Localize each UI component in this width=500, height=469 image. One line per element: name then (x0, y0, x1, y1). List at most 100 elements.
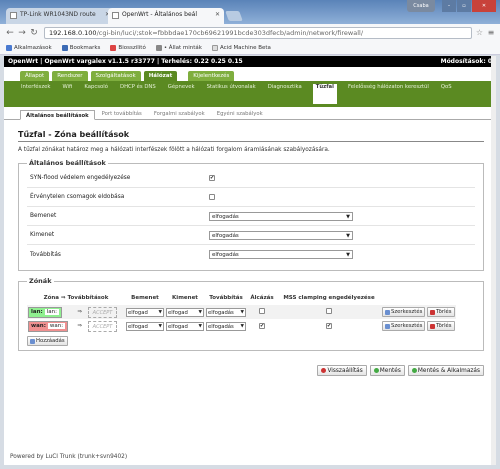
submenu-diagnostics[interactable]: Diagnosztika (267, 84, 303, 104)
tab-general[interactable]: Általános beállítások (20, 110, 95, 120)
zone-input-select[interactable]: elfogad (126, 321, 164, 331)
bookmark-star-icon[interactable]: ☆ (476, 28, 483, 37)
bookmark-apps[interactable]: Alkalmazások (6, 44, 52, 51)
add-zone-button[interactable]: Hozzáadás (27, 336, 68, 346)
menu-services[interactable]: Szolgáltatások (90, 71, 141, 81)
close-tab-icon[interactable]: ✕ (215, 11, 220, 18)
zones-header-row: Zóna ⇒ Továbbítások Bemenet Kimenet Tová… (27, 291, 456, 305)
delete-button[interactable]: Törlés (427, 307, 455, 317)
setting-label: Érvénytelen csomagok eldobása (30, 194, 125, 200)
zone-lan-label[interactable]: lan: lan: (28, 306, 62, 318)
network-submenu: Interfészek Wifi Kapcsoló DHCP és DNS Gé… (4, 81, 496, 107)
zones-section: Zónák Zóna ⇒ Továbbítások Bemenet Kimene… (18, 277, 484, 351)
apply-icon (411, 368, 417, 373)
new-tab-button[interactable] (225, 11, 243, 21)
browser-tab-2[interactable]: OpenWrt - Általános beál ✕ (108, 8, 224, 24)
scrollbar[interactable] (491, 56, 496, 465)
zone-name: lan: (31, 309, 43, 315)
save-icon (373, 368, 379, 373)
page-description: A tűzfal zónákat határoz meg a hálózati … (18, 147, 330, 153)
zone-forward-select[interactable]: elfogadás (206, 307, 246, 317)
masq-checkbox[interactable]: ✔ (259, 323, 265, 329)
tab-traffic-rules[interactable]: Forgalmi szabályok (149, 109, 210, 119)
forward-icon[interactable]: → (16, 28, 28, 38)
close-window-button[interactable]: ✕ (472, 0, 496, 12)
save-apply-button[interactable]: Mentés & Alkalmazás (407, 365, 484, 376)
bookmark-label: Acid Machine Beta (219, 44, 271, 51)
bookmark-allat[interactable]: • Állat minták (155, 44, 202, 51)
web-page: OpenWrt | OpenWrt vargalex v1.1.5 r33777… (4, 56, 496, 465)
submenu-hostnames[interactable]: Gépnevek (167, 84, 196, 104)
zone-output-select[interactable]: elfogad (166, 307, 204, 317)
submenu-interfaces[interactable]: Interfészek (20, 84, 51, 104)
firewall-tabs: Általános beállítások Port továbbítás Fo… (4, 108, 496, 120)
page-title: Tűzfal - Zóna beállítások (18, 130, 130, 139)
table-row: lan:lan: ⇒ ACCEPT elfogad elfogad elfoga… (27, 305, 456, 319)
input-policy-select[interactable]: elfogadás (209, 211, 353, 221)
setting-label: Kimenet (30, 232, 55, 238)
col-actions (381, 291, 456, 305)
reload-icon[interactable]: ↻ (28, 28, 40, 38)
profile-badge[interactable]: Csaba (407, 0, 435, 12)
submenu-qos[interactable]: QoS (440, 84, 453, 104)
tab-custom-rules[interactable]: Egyéni szabályok (212, 109, 268, 119)
submenu-firewall[interactable]: Tűzfal (312, 84, 337, 104)
delete-label: Törlés (436, 323, 452, 329)
save-button[interactable]: Mentés (369, 365, 405, 376)
drop-invalid-checkbox[interactable] (209, 194, 215, 200)
synflood-checkbox[interactable]: ✔ (209, 175, 215, 181)
submenu-switch[interactable]: Kapcsoló (83, 84, 109, 104)
page-icon (155, 44, 162, 51)
changes-counter[interactable]: Módosítások: 0 (441, 58, 492, 65)
delete-label: Törlés (436, 309, 452, 315)
browser-tab-title: TP-Link WR1043ND route (20, 11, 96, 18)
zone-forward-select[interactable]: elfogadás (206, 321, 246, 331)
submenu-relay[interactable]: Felelősség hálózaton keresztül (347, 84, 430, 104)
mss-checkbox[interactable] (326, 308, 332, 314)
add-label: Hozzáadás (36, 338, 65, 344)
forward-target: ACCEPT (87, 306, 118, 318)
settings-row-input: Bemenet elfogadás (27, 207, 475, 226)
bookmark-bios[interactable]: Biosszilitó (110, 44, 146, 51)
general-legend: Általános beállítások (29, 159, 106, 167)
window-controls: Csaba – ▫ ✕ (407, 0, 496, 12)
edit-icon (385, 323, 390, 329)
bookmark-acid[interactable]: Acid Machine Beta (211, 44, 271, 51)
zone-wan-label[interactable]: wan: wan: (28, 320, 69, 332)
setting-label: Továbbítás (30, 251, 61, 258)
menu-logout[interactable]: Kijelentkezés (188, 71, 235, 81)
settings-row-synflood: SYN-flood védelem engedélyezése ✔ (27, 169, 475, 188)
zone-input-select[interactable]: elfogad (126, 307, 164, 317)
bookmark-label: • Állat minták (163, 44, 202, 51)
menu-network[interactable]: Hálózat (143, 71, 178, 81)
minimize-button[interactable]: – (442, 0, 456, 12)
setting-label: SYN-flood védelem engedélyezése (30, 175, 131, 181)
address-bar[interactable]: 192.168.0.100/cgi-bin/luci/;stok=fbbbdae… (44, 26, 472, 39)
edit-button[interactable]: Szerkesztés (382, 321, 426, 331)
menu-system[interactable]: Rendszer (52, 71, 88, 81)
masq-checkbox[interactable] (259, 308, 265, 314)
bookmark-bookmarks[interactable]: Bookmarks (61, 44, 101, 51)
bookmark-label: Bookmarks (69, 44, 101, 51)
save-label: Mentés (379, 367, 401, 374)
browser-tab-1[interactable]: TP-Link WR1043ND route ✕ (6, 8, 114, 24)
footer: Powered by LuCI Trunk (trunk+svn9402) (10, 454, 128, 460)
edit-button[interactable]: Szerkesztés (382, 307, 426, 317)
main-menu: Állapot Rendszer Szolgáltatások Hálózat … (4, 67, 496, 81)
maximize-button[interactable]: ▫ (457, 0, 471, 12)
mss-checkbox[interactable]: ✔ (326, 323, 332, 329)
delete-button[interactable]: Törlés (427, 321, 455, 331)
submenu-routes[interactable]: Statikus útvonalak (206, 84, 257, 104)
output-policy-select[interactable]: elfogadás (209, 230, 353, 240)
submenu-dhcp[interactable]: DHCP és DNS (119, 84, 157, 104)
zone-interfaces: wan: (47, 323, 66, 329)
menu-status[interactable]: Állapot (20, 71, 50, 81)
reset-button[interactable]: Visszaállítás (317, 365, 367, 376)
url-host: 192.168.0.100 (49, 28, 97, 37)
forward-policy-select[interactable]: elfogadás (209, 250, 353, 259)
browser-menu-icon[interactable]: ≡ (486, 28, 496, 37)
back-icon[interactable]: ← (4, 28, 16, 38)
zone-output-select[interactable]: elfogad (166, 321, 204, 331)
submenu-wifi[interactable]: Wifi (61, 84, 73, 104)
tab-port-forward[interactable]: Port továbbítás (97, 109, 147, 119)
